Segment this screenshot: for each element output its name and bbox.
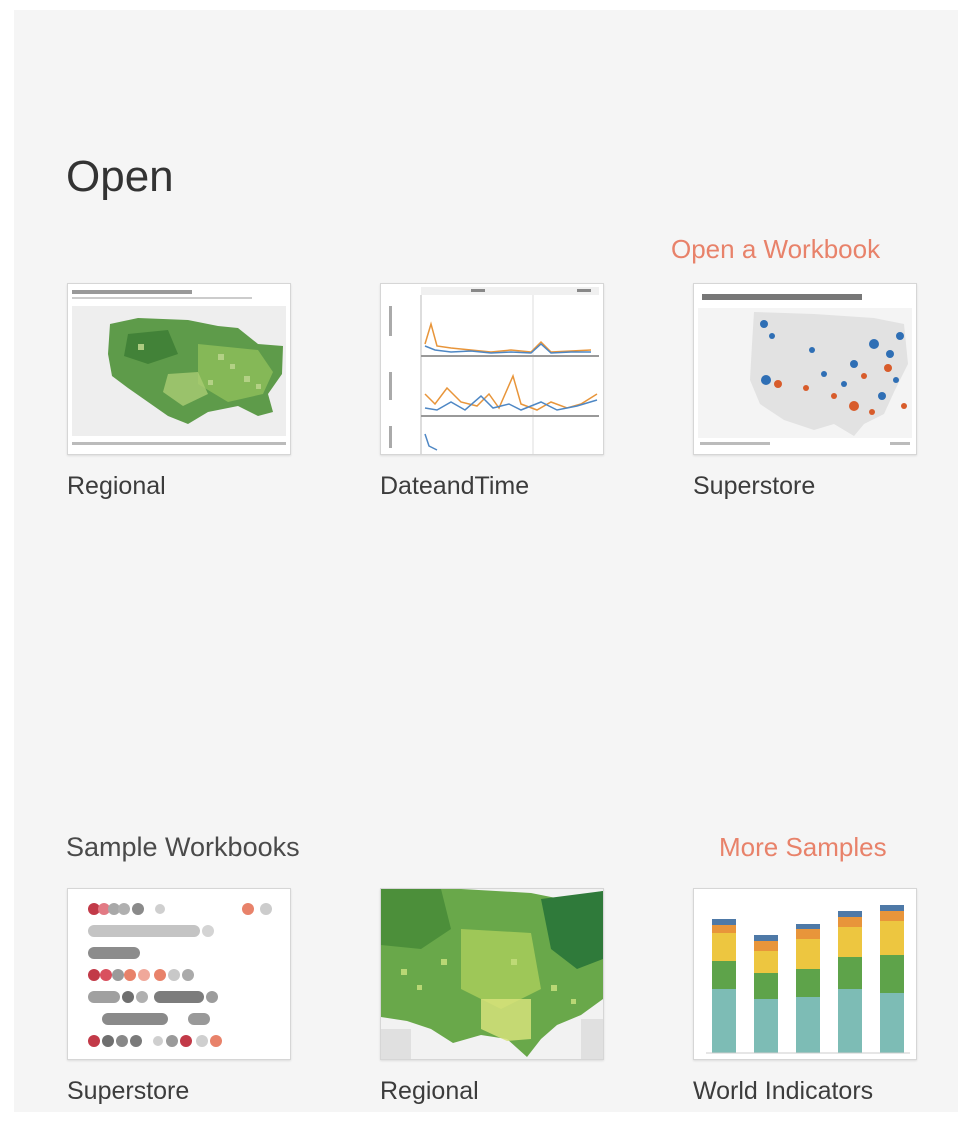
open-workbook-link[interactable]: Open a Workbook [671, 234, 880, 265]
recent-workbook-superstore-label[interactable]: Superstore [693, 472, 815, 501]
sample-workbook-world-indicators-label[interactable]: World Indicators [693, 1077, 873, 1106]
sample-workbook-world-indicators-thumbnail[interactable] [693, 888, 917, 1060]
sample-workbooks-title: Sample Workbooks [66, 832, 300, 862]
recent-workbook-dateandtime-label[interactable]: DateandTime [380, 472, 529, 501]
sample-workbook-superstore-thumbnail[interactable] [67, 888, 291, 1060]
dot-plot-thumbnail [68, 889, 290, 1059]
sample-workbook-regional-label[interactable]: Regional [380, 1077, 479, 1106]
green-map-thumbnail [381, 889, 603, 1059]
recent-workbook-regional-thumbnail[interactable] [67, 283, 291, 455]
more-samples-link[interactable]: More Samples [719, 832, 887, 863]
recent-workbook-dateandtime-thumbnail[interactable] [380, 283, 604, 455]
recent-workbook-superstore-thumbnail[interactable] [693, 283, 917, 455]
sample-workbook-regional-thumbnail[interactable] [380, 888, 604, 1060]
sample-workbook-superstore-label[interactable]: Superstore [67, 1077, 189, 1106]
profitability-map-thumbnail [694, 284, 916, 454]
choropleth-map-thumbnail [68, 284, 290, 454]
line-chart-thumbnail [381, 284, 603, 454]
open-heading: Open [66, 152, 174, 201]
recent-workbook-regional-label[interactable]: Regional [67, 472, 166, 501]
stacked-bar-thumbnail [694, 889, 916, 1059]
